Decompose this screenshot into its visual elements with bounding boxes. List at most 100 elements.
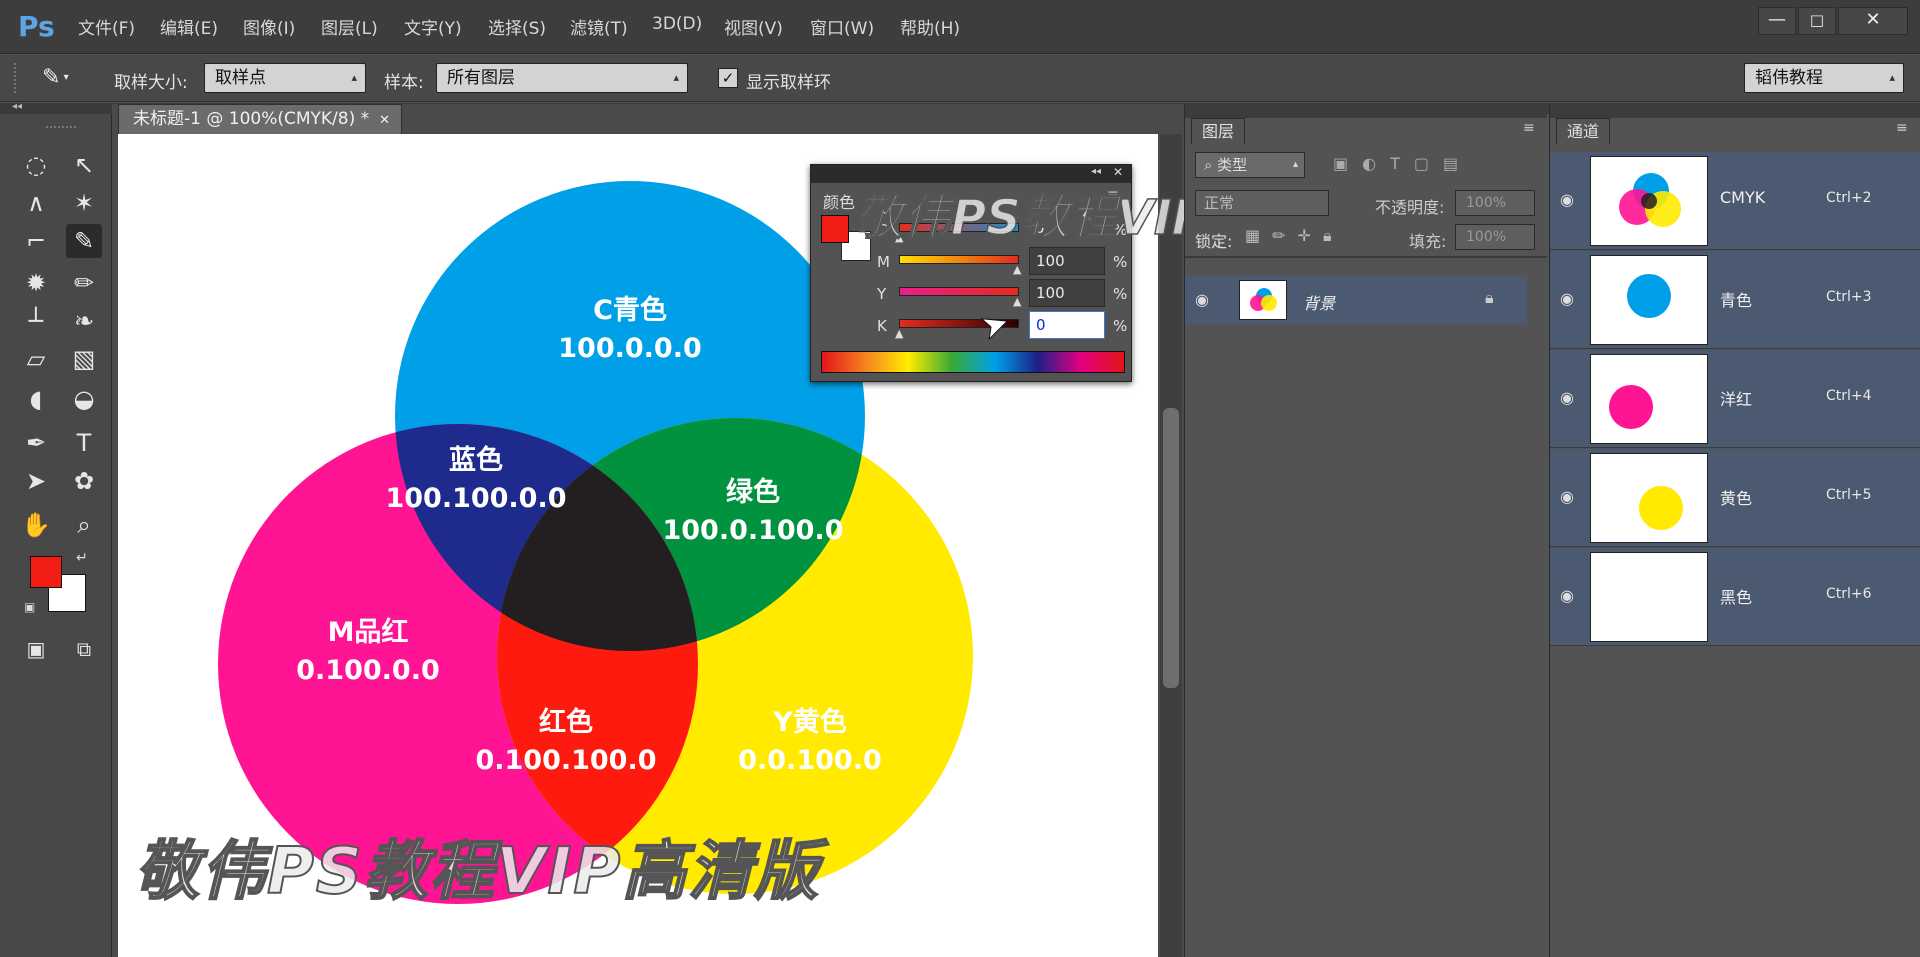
m-slider-track[interactable] [899, 255, 1019, 264]
select-arrows-icon: ▴ [673, 71, 679, 84]
channel-shortcut: Ctrl+6 [1826, 586, 1872, 602]
history-brush-tool-icon[interactable]: ❧ [66, 304, 102, 338]
menu-file[interactable]: 文件(F) [78, 14, 135, 39]
zoom-tool-icon[interactable]: ⌕ [66, 508, 102, 542]
channel-row-magenta[interactable]: ◉ 洋红 Ctrl+4 [1550, 350, 1920, 448]
k-slider-label: K [877, 317, 887, 335]
show-ring-checkbox[interactable]: ✓ [718, 68, 738, 88]
opacity-label: 不透明度: [1375, 198, 1445, 217]
document-tab[interactable]: 未标题-1 @ 100%(CMYK/8) * ✕ [118, 104, 402, 134]
opacity-field[interactable]: 100% [1455, 190, 1535, 216]
menu-select[interactable]: 选择(S) [488, 14, 546, 39]
options-grip [14, 63, 18, 93]
blend-mode-select[interactable]: 正常 [1195, 190, 1329, 216]
sample-size-label: 取样大小: [114, 73, 188, 93]
close-tab-icon[interactable]: ✕ [379, 113, 390, 128]
visibility-eye-icon[interactable]: ◉ [1560, 586, 1574, 605]
channel-row-yellow[interactable]: ◉ 黄色 Ctrl+5 [1550, 449, 1920, 547]
workspace-select[interactable]: 韬伟教程 ▴ [1744, 63, 1904, 93]
visibility-eye-icon[interactable]: ◉ [1560, 190, 1574, 209]
magic-wand-tool-icon[interactable]: ✶ [66, 186, 102, 220]
pen-tool-icon[interactable]: ✒ [18, 426, 54, 460]
type-tool-icon[interactable]: T [66, 426, 102, 460]
default-colors-icon[interactable]: ▣ [24, 600, 35, 614]
show-ring-label: 显示取样环 [746, 73, 831, 93]
sample-label: 样本: [384, 73, 424, 93]
divider [1185, 256, 1547, 258]
lock-icons[interactable]: ▦✏✛🔒︎ [1245, 226, 1343, 246]
eraser-tool-icon[interactable]: ▱ [18, 342, 54, 376]
color-spectrum-bar[interactable] [821, 351, 1125, 373]
fill-field[interactable]: 100% [1455, 224, 1535, 250]
screen-mode-icon[interactable]: ⧉ [66, 632, 102, 666]
menu-layer[interactable]: 图层(L) [321, 14, 378, 39]
k-value-field[interactable]: 0 [1029, 311, 1105, 339]
dodge-tool-icon[interactable]: ◒ [66, 382, 102, 416]
visibility-eye-icon[interactable]: ◉ [1560, 487, 1574, 506]
layer-filter-select[interactable]: ⌕ 类型 ▴ [1195, 152, 1305, 178]
menu-window[interactable]: 窗口(W) [810, 14, 874, 39]
adjustment-filter-icon: ◐ [1362, 154, 1391, 173]
visibility-eye-icon[interactable]: ◉ [1560, 289, 1574, 308]
lock-transparency-icon: ▦ [1245, 226, 1273, 245]
menu-image[interactable]: 图像(I) [243, 14, 295, 39]
tab-layers[interactable]: 图层 [1191, 118, 1246, 144]
eyedropper-preset-icon[interactable]: ✎ ▾ [42, 63, 86, 93]
y-slider-track[interactable] [899, 287, 1019, 296]
visibility-eye-icon[interactable]: ◉ [1560, 388, 1574, 407]
menu-type[interactable]: 文字(Y) [404, 14, 462, 39]
marquee-tool-icon[interactable]: ◌ [18, 148, 54, 182]
channel-name: 洋红 [1720, 390, 1753, 409]
channel-shortcut: Ctrl+5 [1826, 487, 1872, 503]
swap-colors-icon[interactable]: ↵ [76, 550, 88, 566]
m-value-field[interactable]: 100 [1029, 247, 1105, 275]
shape-tool-icon[interactable]: ✿ [66, 464, 102, 498]
close-window-icon[interactable]: ✕ [1838, 7, 1908, 35]
y-slider-thumb[interactable]: ▲ [1013, 295, 1021, 308]
minimize-icon[interactable]: — [1758, 7, 1796, 35]
visibility-eye-icon[interactable]: ◉ [1195, 290, 1209, 309]
collapse-left-icon[interactable]: ◂◂ [12, 101, 22, 112]
y-value-field[interactable]: 100 [1029, 279, 1105, 307]
move-tool-icon[interactable]: ↖ [66, 148, 102, 182]
channel-row-cmyk[interactable]: ◉ CMYK Ctrl+2 [1550, 152, 1920, 250]
foreground-color-swatch[interactable] [30, 556, 62, 588]
channel-row-black[interactable]: ◉ 黑色 Ctrl+6 [1550, 548, 1920, 646]
options-bar: ✎ ▾ 取样大小: 取样点 ▴ 样本: 所有图层 ▴ ✓ 显示取样环 韬伟教程 ▴ [0, 55, 1920, 102]
menu-view[interactable]: 视图(V) [724, 14, 783, 39]
sample-size-select[interactable]: 取样点 ▴ [204, 63, 366, 93]
menu-3d[interactable]: 3D(D) [652, 14, 702, 34]
m-slider-thumb[interactable]: ▲ [1013, 263, 1021, 276]
clone-stamp-tool-icon[interactable]: ┴ [18, 304, 54, 338]
quick-mask-icon[interactable]: ▣ [18, 632, 54, 666]
lasso-tool-icon[interactable]: ∧ [18, 186, 54, 220]
maximize-icon[interactable]: □ [1798, 7, 1836, 35]
gradient-tool-icon[interactable]: ▧ [66, 342, 102, 376]
color-panel-foreground-swatch[interactable] [821, 215, 849, 243]
layers-menu-icon[interactable]: ≡ [1523, 120, 1535, 136]
menu-filter[interactable]: 滤镜(T) [570, 14, 628, 39]
lock-all-icon: 🔒︎ [1322, 226, 1344, 245]
eyedropper-tool-icon[interactable]: ✎ [66, 224, 102, 258]
channel-thumbnail [1590, 552, 1708, 642]
blur-tool-icon[interactable]: ◖ [18, 382, 54, 416]
tab-channels[interactable]: 通道 [1556, 118, 1611, 144]
scrollbar-thumb[interactable] [1163, 408, 1179, 688]
menu-help[interactable]: 帮助(H) [900, 14, 960, 39]
layer-row-background[interactable]: ◉ 背景 🔒︎ [1185, 276, 1527, 324]
brush-tool-icon[interactable]: ✏ [66, 266, 102, 300]
path-selection-tool-icon[interactable]: ➤ [18, 464, 54, 498]
crop-tool-icon[interactable]: ⌐ [18, 224, 54, 258]
collapse-icon[interactable]: ◂◂ [1091, 166, 1101, 177]
hand-tool-icon[interactable]: ✋ [18, 508, 54, 542]
close-panel-icon[interactable]: ✕ [1113, 165, 1123, 179]
channel-name: 黑色 [1720, 588, 1753, 607]
healing-brush-tool-icon[interactable]: ✹ [18, 266, 54, 300]
menu-edit[interactable]: 编辑(E) [160, 14, 218, 39]
channel-row-cyan[interactable]: ◉ 青色 Ctrl+3 [1550, 251, 1920, 349]
lock-label: 锁定: [1195, 232, 1233, 251]
k-slider-thumb[interactable]: ▲ [895, 327, 903, 340]
channels-menu-icon[interactable]: ≡ [1896, 120, 1908, 136]
sample-select[interactable]: 所有图层 ▴ [436, 63, 688, 93]
layer-filter-icons[interactable]: ▣◐T▢▤ [1333, 154, 1472, 173]
